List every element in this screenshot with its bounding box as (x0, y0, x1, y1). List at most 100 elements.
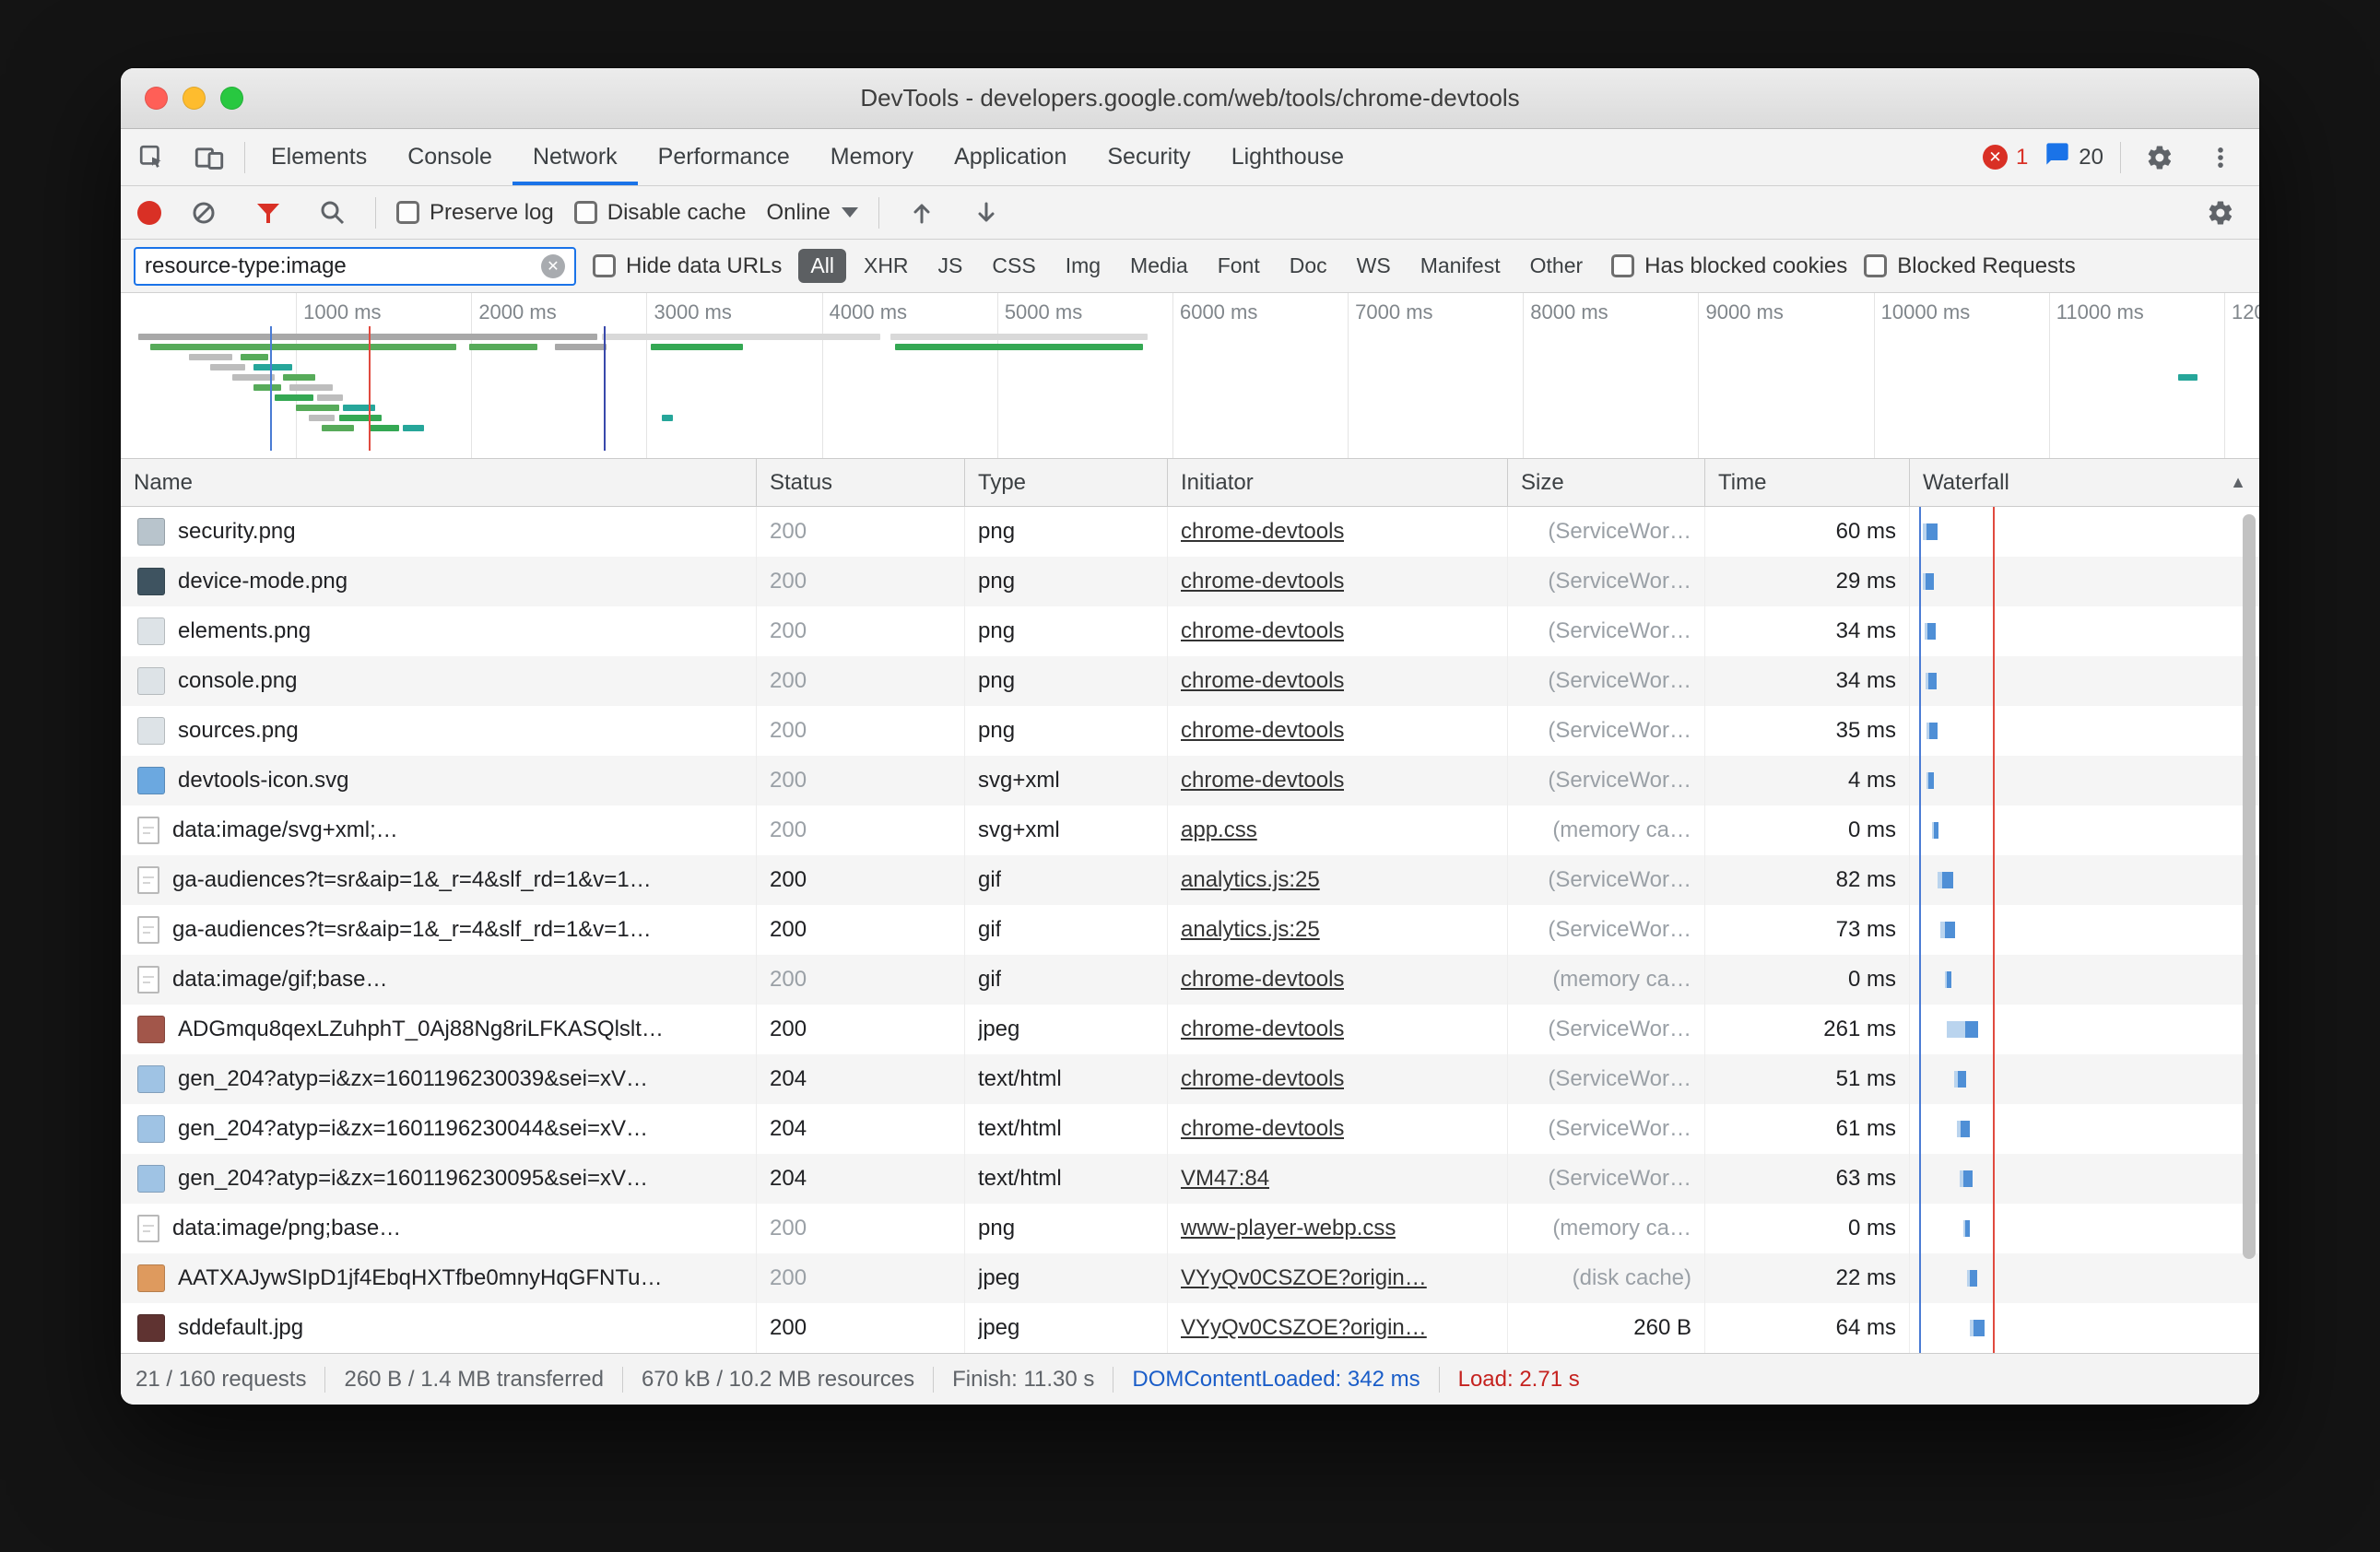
network-overview-timeline[interactable]: 1000 ms2000 ms3000 ms4000 ms5000 ms6000 … (121, 293, 2259, 459)
error-icon: ✕ (1983, 145, 2008, 170)
device-toolbar-icon[interactable] (187, 135, 231, 180)
column-header-waterfall[interactable]: Waterfall▲ (1910, 459, 2259, 506)
tab-performance[interactable]: Performance (638, 129, 810, 185)
column-header-status[interactable]: Status (757, 459, 965, 506)
network-filter-input[interactable] (145, 253, 541, 279)
column-header-time[interactable]: Time (1705, 459, 1910, 506)
status-code: 200 (770, 1017, 807, 1042)
initiator-link[interactable]: VYyQv0CSZOE?origin… (1181, 1265, 1427, 1291)
table-row[interactable]: gen_204?atyp=i&zx=1601196230044&sei=xV…2… (121, 1104, 2259, 1154)
table-row[interactable]: data:image/png;base…200pngwww-player-web… (121, 1204, 2259, 1253)
table-row[interactable]: AATXAJywSIpD1jf4EbqHXTfbe0mnyHqGFNTu…200… (121, 1253, 2259, 1303)
table-row[interactable]: device-mode.png200pngchrome-devtools(Ser… (121, 557, 2259, 606)
initiator-link[interactable]: www-player-webp.css (1181, 1216, 1396, 1241)
initiator-link[interactable]: chrome-devtools (1181, 519, 1344, 545)
filter-funnel-icon[interactable] (246, 191, 290, 235)
table-row[interactable]: security.png200pngchrome-devtools(Servic… (121, 507, 2259, 557)
issues-badge[interactable]: 20 (2044, 141, 2103, 173)
export-har-icon[interactable] (964, 191, 1008, 235)
table-row[interactable]: ADGmqu8qexLZuhphT_0Aj88Ng8riLFKASQlslt…2… (121, 1005, 2259, 1054)
inspect-element-icon[interactable] (130, 135, 174, 180)
table-row[interactable]: ga-audiences?t=sr&aip=1&_r=4&slf_rd=1&v=… (121, 855, 2259, 905)
initiator-link[interactable]: chrome-devtools (1181, 569, 1344, 594)
overview-bar (283, 374, 315, 381)
table-row[interactable]: sources.png200pngchrome-devtools(Service… (121, 706, 2259, 756)
document-icon (137, 1215, 159, 1242)
initiator-link[interactable]: chrome-devtools (1181, 768, 1344, 794)
tab-network[interactable]: Network (513, 129, 638, 185)
name-cell: console.png (121, 656, 757, 706)
filter-pill-all[interactable]: All (798, 249, 846, 283)
clear-filter-icon[interactable]: ✕ (541, 254, 565, 278)
hide-data-urls-checkbox[interactable]: Hide data URLs (593, 253, 782, 279)
blocked-requests-checkbox[interactable]: Blocked Requests (1864, 253, 2075, 279)
tab-memory[interactable]: Memory (810, 129, 934, 185)
tab-application[interactable]: Application (934, 129, 1087, 185)
disable-cache-checkbox[interactable]: Disable cache (574, 200, 747, 226)
initiator-link[interactable]: chrome-devtools (1181, 618, 1344, 644)
initiator-link[interactable]: chrome-devtools (1181, 1017, 1344, 1042)
table-row[interactable]: ga-audiences?t=sr&aip=1&_r=4&slf_rd=1&v=… (121, 905, 2259, 955)
column-header-size[interactable]: Size (1508, 459, 1705, 506)
tab-console[interactable]: Console (387, 129, 513, 185)
initiator-link[interactable]: analytics.js:25 (1181, 917, 1320, 943)
has-blocked-cookies-checkbox[interactable]: Has blocked cookies (1611, 253, 1847, 279)
tab-elements[interactable]: Elements (251, 129, 387, 185)
initiator-link[interactable]: analytics.js:25 (1181, 867, 1320, 893)
request-type: png (978, 1216, 1015, 1241)
overview-tick-label: 2000 ms (478, 300, 556, 324)
overview-bar (403, 425, 424, 431)
waterfall-download-segment (1947, 971, 1951, 988)
column-header-label: Time (1718, 470, 1766, 496)
initiator-link[interactable]: chrome-devtools (1181, 668, 1344, 694)
table-scrollbar-thumb[interactable] (2243, 514, 2256, 1259)
table-row[interactable]: sddefault.jpg200jpegVYyQv0CSZOE?origin…2… (121, 1303, 2259, 1353)
filter-pill-doc[interactable]: Doc (1278, 249, 1339, 283)
table-row[interactable]: data:image/gif;base…200gifchrome-devtool… (121, 955, 2259, 1005)
clear-network-log-icon[interactable] (182, 191, 226, 235)
column-header-initiator[interactable]: Initiator (1168, 459, 1508, 506)
filter-pill-xhr[interactable]: XHR (852, 249, 921, 283)
initiator-link[interactable]: chrome-devtools (1181, 967, 1344, 993)
initiator-link[interactable]: chrome-devtools (1181, 1116, 1344, 1142)
initiator-link[interactable]: chrome-devtools (1181, 718, 1344, 744)
requests-table-body: security.png200pngchrome-devtools(Servic… (121, 507, 2259, 1353)
initiator-link[interactable]: VM47:84 (1181, 1166, 1269, 1192)
filter-pill-manifest[interactable]: Manifest (1408, 249, 1513, 283)
time-cell: 29 ms (1705, 557, 1910, 606)
table-row[interactable]: devtools-icon.svg200svg+xmlchrome-devtoo… (121, 756, 2259, 805)
import-har-icon[interactable] (900, 191, 944, 235)
search-icon[interactable] (311, 191, 355, 235)
filter-pill-font[interactable]: Font (1206, 249, 1272, 283)
record-network-log-icon[interactable] (137, 201, 161, 225)
filter-pill-media[interactable]: Media (1118, 249, 1200, 283)
table-row[interactable]: elements.png200pngchrome-devtools(Servic… (121, 606, 2259, 656)
filter-pill-js[interactable]: JS (926, 249, 975, 283)
kebab-menu-icon[interactable] (2198, 135, 2243, 180)
initiator-link[interactable]: VYyQv0CSZOE?origin… (1181, 1315, 1427, 1341)
table-row[interactable]: gen_204?atyp=i&zx=1601196230095&sei=xV…2… (121, 1154, 2259, 1204)
thumbnail-icon (137, 1264, 165, 1292)
table-row[interactable]: console.png200pngchrome-devtools(Service… (121, 656, 2259, 706)
settings-gear-icon[interactable] (2138, 135, 2182, 180)
network-settings-gear-icon[interactable] (2198, 191, 2243, 235)
window-close-button[interactable] (145, 87, 168, 110)
network-throttling-select[interactable]: Online (766, 200, 857, 226)
tab-security[interactable]: Security (1087, 129, 1210, 185)
tab-lighthouse[interactable]: Lighthouse (1211, 129, 1364, 185)
table-row[interactable]: data:image/svg+xml;…200svg+xmlapp.css(me… (121, 805, 2259, 855)
filter-pill-css[interactable]: CSS (980, 249, 1047, 283)
initiator-link[interactable]: app.css (1181, 817, 1257, 843)
console-error-badge[interactable]: ✕ 1 (1983, 145, 2028, 170)
window-minimize-button[interactable] (183, 87, 206, 110)
filter-pill-img[interactable]: Img (1054, 249, 1113, 283)
filter-pill-other[interactable]: Other (1518, 249, 1596, 283)
window-zoom-button[interactable] (220, 87, 243, 110)
table-row[interactable]: gen_204?atyp=i&zx=1601196230039&sei=xV…2… (121, 1054, 2259, 1104)
filter-pill-ws[interactable]: WS (1345, 249, 1403, 283)
preserve-log-checkbox[interactable]: Preserve log (396, 200, 554, 226)
column-header-name[interactable]: Name (121, 459, 757, 506)
request-size: (disk cache) (1573, 1265, 1691, 1291)
initiator-link[interactable]: chrome-devtools (1181, 1066, 1344, 1092)
column-header-type[interactable]: Type (965, 459, 1168, 506)
